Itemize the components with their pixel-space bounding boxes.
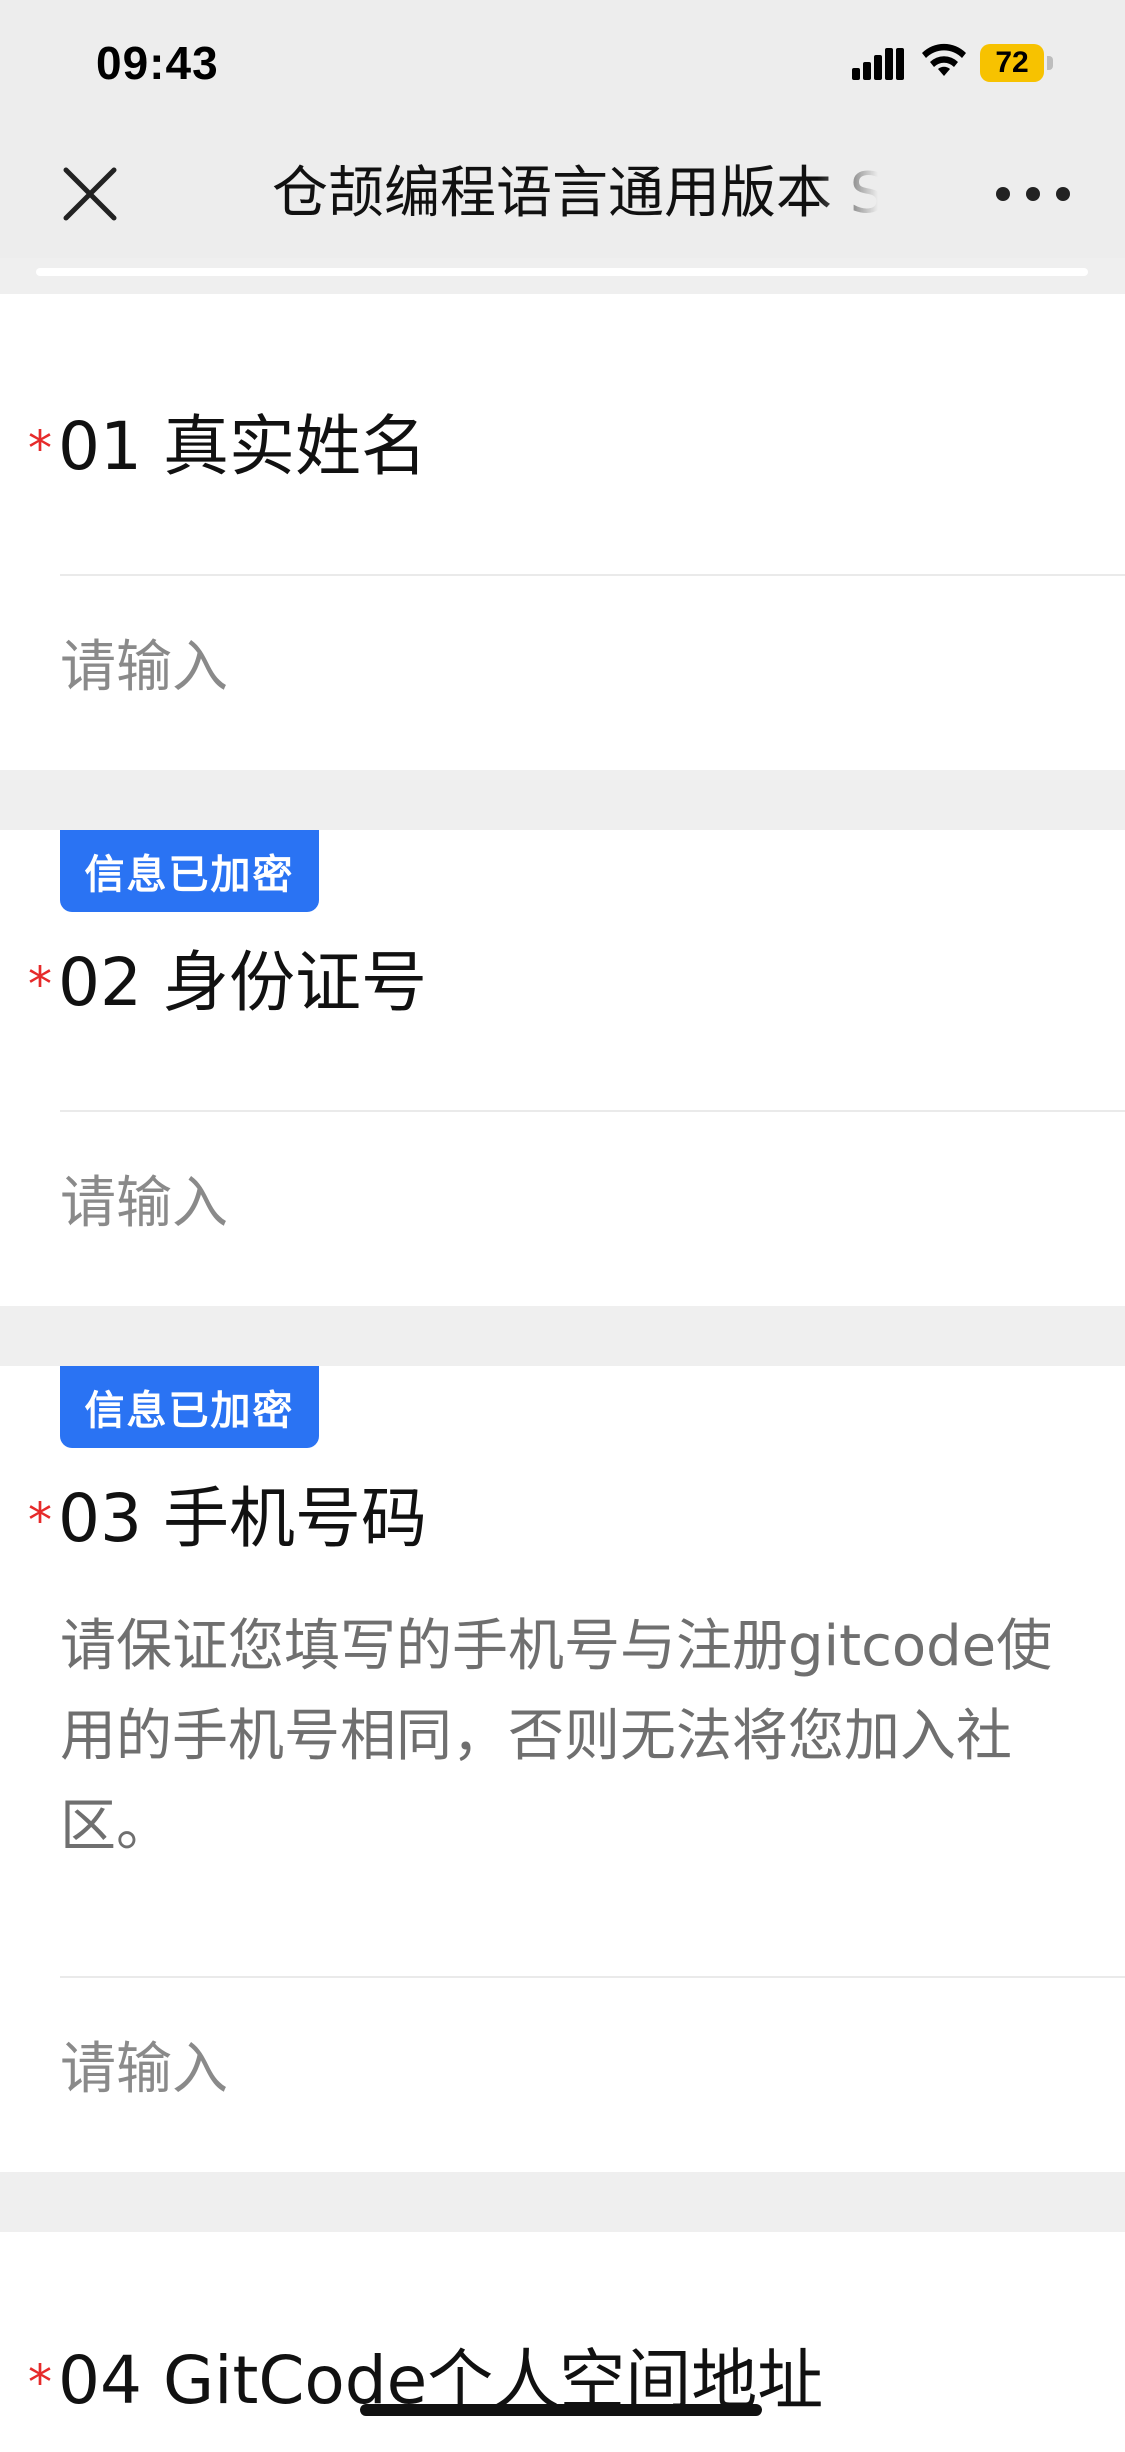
question-title-text: 02 身份证号 xyxy=(58,944,427,1021)
wifi-icon xyxy=(922,43,966,76)
question-title-text: 03 手机号码 xyxy=(58,1480,427,1557)
more-dot xyxy=(1026,187,1040,201)
battery-indicator: 72 xyxy=(980,44,1054,82)
more-dot xyxy=(1056,187,1070,201)
page-title: 仓颉编程语言通用版本 S xyxy=(272,161,878,226)
divider xyxy=(60,1976,1125,1978)
question-card-2: 信息已加密 *02 身份证号 请输入 xyxy=(0,830,1125,1306)
question-title: *01 真实姓名 xyxy=(28,402,427,492)
status-bar: 09:43 72 xyxy=(0,0,1125,130)
encrypted-badge: 信息已加密 xyxy=(60,1366,319,1448)
question-description: 请保证您填写的手机号与注册gitcode使用的手机号相同，否则无法将您加入社区。 xyxy=(60,1614,1053,1859)
cellular-signal-icon xyxy=(852,48,904,80)
more-dot xyxy=(996,187,1010,201)
more-icon[interactable] xyxy=(996,180,1070,208)
battery-level: 72 xyxy=(980,44,1044,82)
page-title-wrap: 仓颉编程语言通用版本 S xyxy=(272,154,878,234)
required-mark: * xyxy=(28,421,52,477)
question-title-text: 01 真实姓名 xyxy=(58,408,427,485)
id-number-input[interactable]: 请输入 xyxy=(60,1164,228,1244)
required-mark: * xyxy=(28,957,52,1013)
question-card-4: *04 GitCode个人空间地址 xyxy=(0,2232,1125,2452)
status-time: 09:43 xyxy=(96,37,219,89)
divider xyxy=(60,1110,1125,1112)
question-card-1: *01 真实姓名 请输入 xyxy=(0,294,1125,770)
close-icon[interactable] xyxy=(60,164,120,224)
phone-input[interactable]: 请输入 xyxy=(60,2030,228,2110)
name-input[interactable]: 请输入 xyxy=(60,628,228,708)
question-title: *03 手机号码 xyxy=(28,1474,427,1564)
question-title: *02 身份证号 xyxy=(28,938,427,1028)
question-card-3: 信息已加密 *03 手机号码 请保证您填写的手机号与注册gitcode使用的手机… xyxy=(0,1366,1125,2172)
divider xyxy=(60,574,1125,576)
home-indicator[interactable] xyxy=(360,2404,762,2416)
encrypted-badge: 信息已加密 xyxy=(60,830,319,912)
battery-tip xyxy=(1047,56,1053,70)
nav-bar: 仓颉编程语言通用版本 S xyxy=(0,130,1125,258)
required-mark: * xyxy=(28,2355,52,2411)
required-mark: * xyxy=(28,1493,52,1549)
progress-bar xyxy=(36,268,1088,276)
